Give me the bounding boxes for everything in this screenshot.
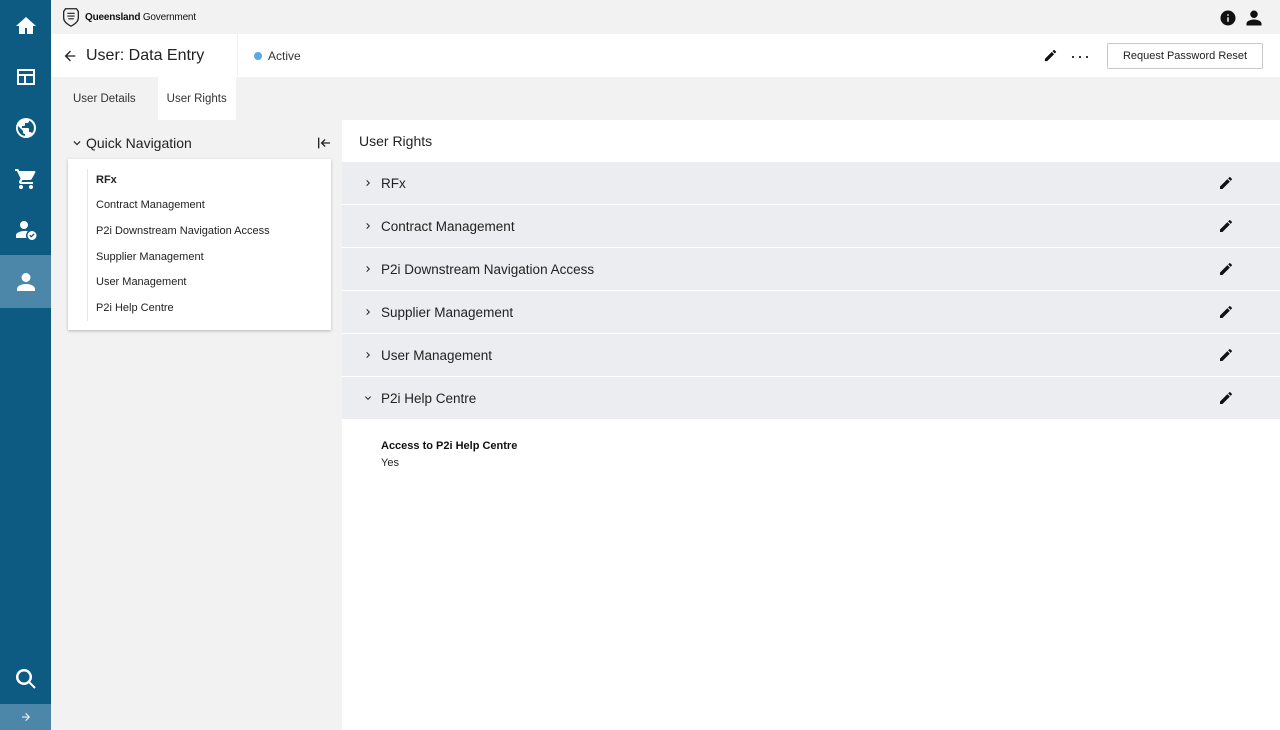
- page-header: User: Data Entry Active ··· Request Pass…: [51, 34, 1280, 77]
- user-button[interactable]: [0, 255, 51, 308]
- chevron-down-icon: [70, 136, 84, 150]
- user-check-button[interactable]: [0, 204, 51, 255]
- page-title: User: Data Entry: [86, 46, 205, 64]
- brand-name: Queensland Government: [85, 11, 196, 23]
- quick-nav-item-contract-management[interactable]: Contract Management: [96, 199, 205, 211]
- chevron-right-icon: [362, 349, 374, 361]
- user-rights-panel: User Rights RFx Contract Management P2i …: [342, 120, 1280, 730]
- tab-bar: User Details User Rights: [51, 77, 236, 120]
- pencil-icon[interactable]: [1218, 347, 1234, 363]
- quick-nav-item-p2i-downstream[interactable]: P2i Downstream Navigation Access: [96, 225, 270, 237]
- sidebar-expand-button[interactable]: [0, 704, 51, 730]
- pencil-icon[interactable]: [1218, 175, 1234, 191]
- quick-nav-item-supplier-management[interactable]: Supplier Management: [96, 251, 204, 263]
- status-text: Active: [268, 48, 301, 63]
- accordion-label: P2i Help Centre: [381, 390, 477, 406]
- pencil-icon[interactable]: [1218, 390, 1234, 406]
- globe-button[interactable]: [0, 102, 51, 153]
- quick-navigation-title: Quick Navigation: [86, 135, 192, 151]
- cart-button[interactable]: [0, 153, 51, 204]
- nav-guide-line: [87, 169, 88, 321]
- tab-user-details[interactable]: User Details: [51, 77, 158, 120]
- brand-logo[interactable]: Queensland Government: [60, 6, 196, 28]
- arrow-right-icon: [21, 713, 30, 721]
- accordion-label: Contract Management: [381, 218, 515, 234]
- user-icon: [16, 272, 35, 291]
- pencil-icon[interactable]: [1218, 218, 1234, 234]
- quick-nav-item-p2i-help-centre[interactable]: P2i Help Centre: [96, 302, 174, 314]
- quick-navigation-list: RFx Contract Management P2i Downstream N…: [68, 159, 331, 330]
- back-button[interactable]: [62, 48, 78, 64]
- dashboard-icon: [16, 68, 35, 85]
- chevron-down-icon: [362, 392, 374, 404]
- quick-nav-item-user-management[interactable]: User Management: [96, 276, 187, 288]
- accordion-label: P2i Downstream Navigation Access: [381, 261, 595, 277]
- tab-user-rights[interactable]: User Rights: [157, 77, 236, 120]
- status-badge: Active: [254, 34, 301, 77]
- pencil-icon: [1044, 49, 1056, 62]
- pencil-icon[interactable]: [1218, 261, 1234, 277]
- header-divider: [237, 34, 238, 77]
- accordion-p2i-help-centre[interactable]: P2i Help Centre: [342, 377, 1280, 419]
- status-dot: [254, 51, 262, 60]
- accordion-label: RFx: [381, 175, 406, 191]
- section-title: User Rights: [359, 133, 433, 149]
- chevron-right-icon: [362, 177, 374, 189]
- accordion-p2i-downstream[interactable]: P2i Downstream Navigation Access: [342, 248, 1280, 290]
- info-icon[interactable]: [1219, 9, 1237, 27]
- accordion-user-management[interactable]: User Management: [342, 334, 1280, 376]
- request-password-reset-button[interactable]: Request Password Reset: [1107, 42, 1263, 69]
- accordion-label: User Management: [381, 347, 493, 363]
- arrow-left-icon: [64, 50, 76, 61]
- field-value: Yes: [381, 457, 399, 469]
- account-icon[interactable]: [1245, 9, 1263, 27]
- search-icon: [15, 668, 36, 689]
- accordion-label: Supplier Management: [381, 304, 514, 320]
- quick-navigation-header[interactable]: Quick Navigation: [70, 131, 332, 155]
- more-options-icon[interactable]: ···: [1070, 45, 1091, 67]
- user-check-icon: [15, 220, 36, 240]
- field-label: Access to P2i Help Centre: [381, 440, 518, 452]
- dashboard-button[interactable]: [0, 51, 51, 102]
- search-button[interactable]: [0, 653, 51, 704]
- edit-button[interactable]: [1039, 45, 1061, 67]
- collapse-panel-icon[interactable]: [316, 135, 332, 151]
- left-sidebar: [0, 0, 51, 730]
- crest-icon: [63, 8, 79, 27]
- accordion-contract-management[interactable]: Contract Management: [342, 205, 1280, 247]
- chevron-right-icon: [362, 306, 374, 318]
- header-title-area: User: Data Entry: [51, 34, 237, 77]
- top-banner: Queensland Government: [51, 0, 1280, 34]
- pencil-icon[interactable]: [1218, 304, 1234, 320]
- header-actions: ··· Request Password Reset: [1039, 34, 1263, 77]
- accordion-supplier-management[interactable]: Supplier Management: [342, 291, 1280, 333]
- cart-icon: [14, 168, 35, 189]
- chevron-right-icon: [362, 263, 374, 275]
- globe-icon: [15, 117, 36, 138]
- accordion-rfx[interactable]: RFx: [342, 162, 1280, 204]
- home-button[interactable]: [0, 0, 51, 51]
- chevron-right-icon: [362, 220, 374, 232]
- top-icons: [1219, 9, 1263, 27]
- home-icon: [15, 16, 36, 34]
- quick-nav-item-rfx[interactable]: RFx: [96, 174, 117, 186]
